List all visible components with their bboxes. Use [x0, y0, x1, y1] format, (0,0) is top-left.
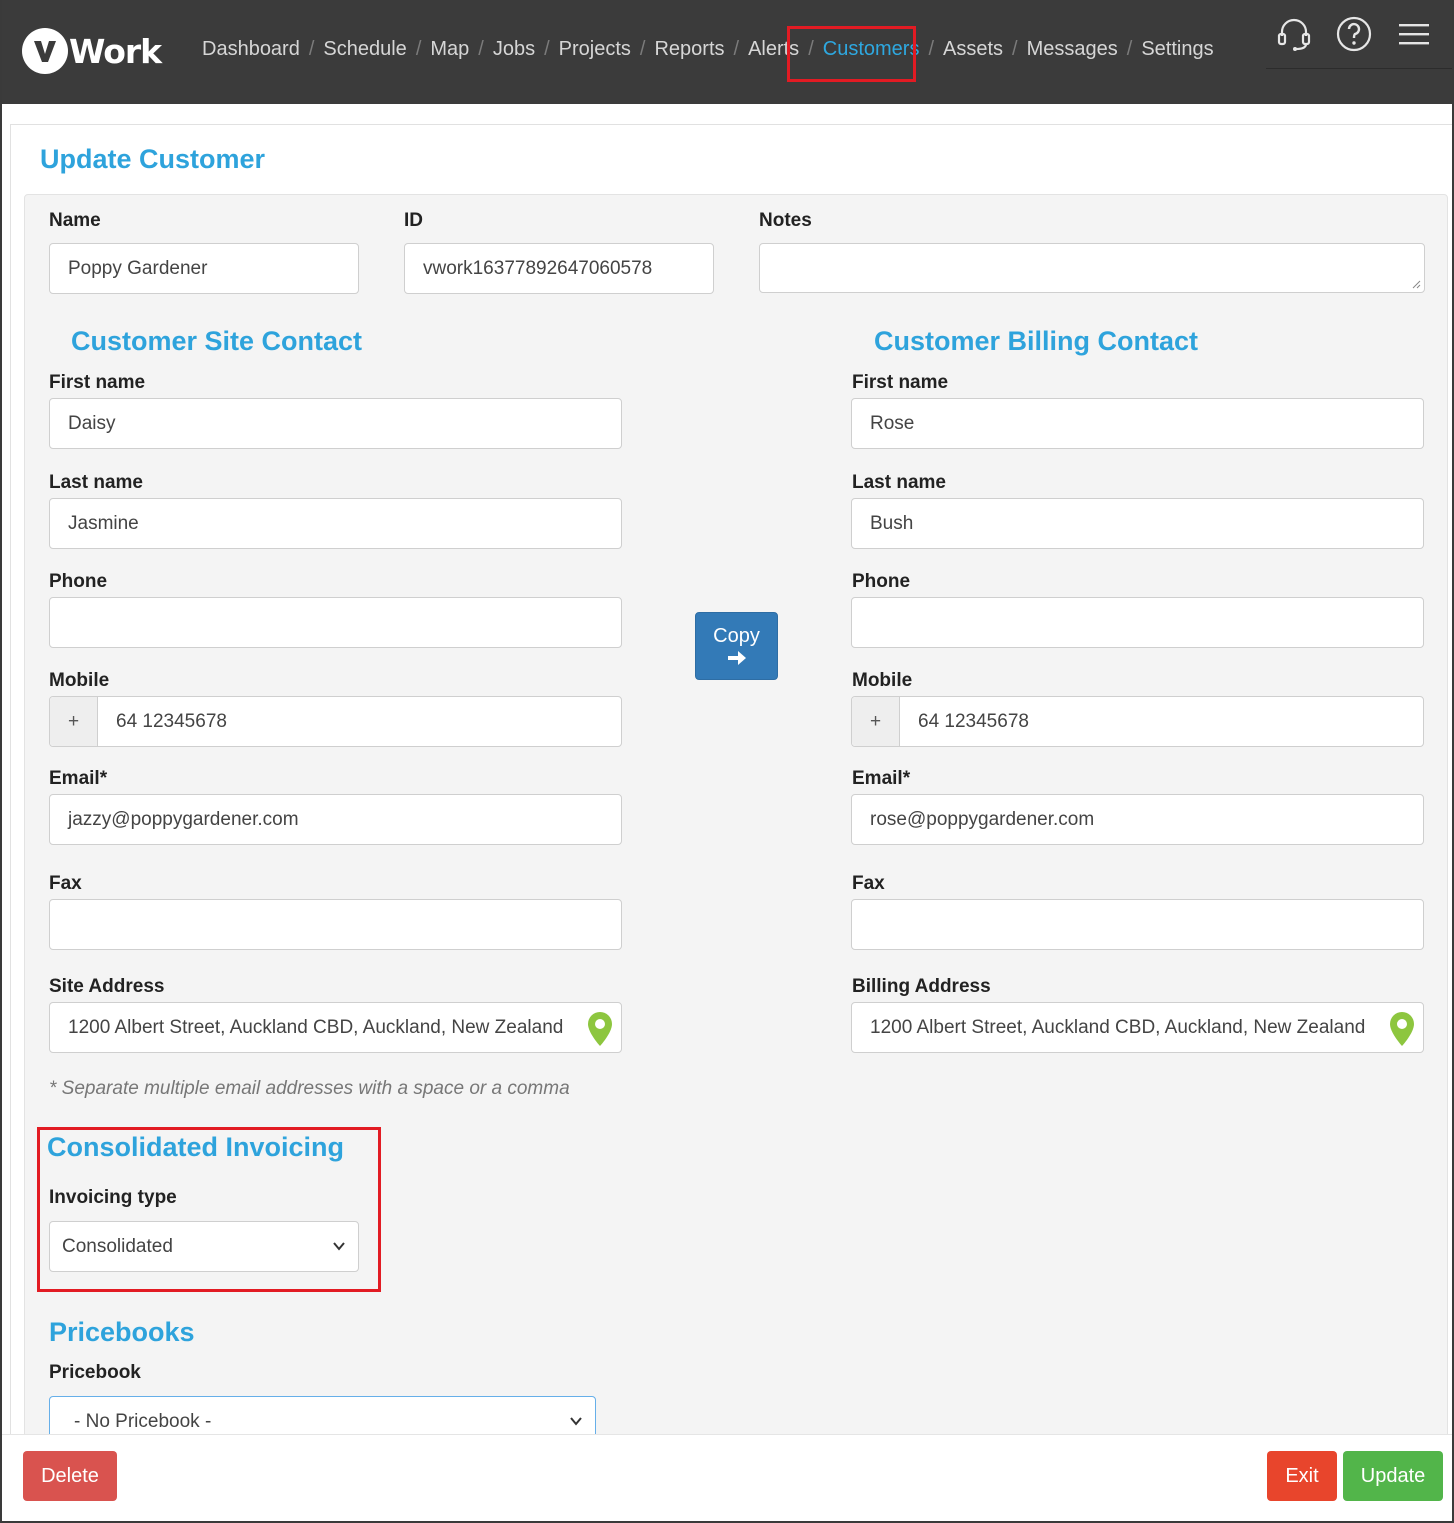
pricebook-label: Pricebook [49, 1362, 141, 1383]
site-phone-input[interactable] [49, 597, 622, 648]
chevron-down-icon [333, 1242, 345, 1251]
notes-textarea[interactable] [759, 243, 1425, 293]
page-title: Update Customer [40, 144, 266, 174]
id-input[interactable]: vwork16377892647060578 [404, 243, 714, 294]
billing-contact-heading: Customer Billing Contact [874, 326, 1199, 356]
site-email-label: Email* [49, 768, 108, 789]
name-label: Name [49, 210, 101, 231]
exit-button[interactable]: Exit [1267, 1451, 1337, 1501]
logo-text: Work [69, 31, 162, 71]
notes-label: Notes [759, 210, 812, 231]
site-mobile-prefix: + [50, 697, 98, 746]
site-contact-heading: Customer Site Contact [71, 326, 363, 356]
copy-contact-button[interactable]: Copy [695, 612, 778, 680]
nav-jobs[interactable]: Jobs [493, 38, 535, 61]
site-fax-input[interactable] [49, 899, 622, 950]
billing-mobile-prefix: + [852, 697, 900, 746]
billing-email-label: Email* [852, 768, 911, 789]
footer-bar [2, 1434, 1452, 1521]
update-button[interactable]: Update [1343, 1451, 1443, 1501]
invoicing-type-select[interactable]: Consolidated [49, 1221, 359, 1272]
email-hint: * Separate multiple email addresses with… [49, 1078, 570, 1099]
nav-schedule[interactable]: Schedule [323, 38, 406, 61]
billing-last-name-input[interactable]: Bush [851, 498, 1424, 549]
billing-address-value: 1200 Albert Street, Auckland CBD, Auckla… [870, 1016, 1366, 1038]
headset-icon[interactable] [1274, 14, 1314, 54]
nav-reports[interactable]: Reports [654, 38, 724, 61]
site-last-name-label: Last name [49, 472, 143, 493]
map-pin-icon[interactable] [1389, 1011, 1415, 1047]
nav-messages[interactable]: Messages [1027, 38, 1118, 61]
site-address-value: 1200 Albert Street, Auckland CBD, Auckla… [68, 1016, 564, 1038]
site-mobile-value: 64 12345678 [116, 710, 227, 732]
site-first-name-input[interactable]: Daisy [49, 398, 622, 449]
pricebook-value: - No Pricebook - [74, 1410, 212, 1432]
top-navbar: Work Dashboard / Schedule / Map / Jobs / Pro… [2, 0, 1452, 104]
site-address-label: Site Address [49, 976, 165, 997]
billing-email-input[interactable]: rose@poppygardener.com [851, 794, 1424, 845]
customers-highlight-box [787, 26, 916, 82]
logo-v-icon [22, 28, 68, 74]
billing-mobile-value: 64 12345678 [918, 710, 1029, 732]
billing-phone-label: Phone [852, 571, 911, 592]
billing-mobile-input[interactable]: + 64 12345678 [851, 696, 1424, 747]
site-phone-label: Phone [49, 571, 108, 592]
billing-mobile-label: Mobile [852, 670, 913, 691]
help-icon[interactable] [1334, 14, 1374, 54]
site-mobile-label: Mobile [49, 670, 110, 691]
nav-settings[interactable]: Settings [1141, 38, 1213, 61]
id-label: ID [404, 210, 423, 231]
arrow-right-icon [727, 651, 746, 665]
invoicing-type-label: Invoicing type [49, 1187, 177, 1208]
delete-button[interactable]: Delete [23, 1451, 117, 1501]
nav-projects[interactable]: Projects [559, 38, 631, 61]
nav-assets[interactable]: Assets [943, 38, 1003, 61]
site-fax-label: Fax [49, 873, 82, 894]
nav-map[interactable]: Map [430, 38, 469, 61]
billing-address-label: Billing Address [852, 976, 991, 997]
invoicing-heading: Consolidated Invoicing [47, 1132, 345, 1162]
top-icons-divider [1266, 68, 1452, 69]
site-address-input[interactable]: 1200 Albert Street, Auckland CBD, Auckla… [49, 1002, 622, 1053]
site-first-name-label: First name [49, 372, 146, 393]
billing-phone-input[interactable] [851, 597, 1424, 648]
billing-last-name-label: Last name [852, 472, 946, 493]
site-last-name-input[interactable]: Jasmine [49, 498, 622, 549]
pricebooks-heading: Pricebooks [49, 1317, 195, 1347]
billing-fax-label: Fax [852, 873, 885, 894]
app-window: Work Dashboard / Schedule / Map / Jobs / Pro… [0, 0, 1454, 1523]
invoicing-type-value: Consolidated [62, 1235, 173, 1257]
billing-address-input[interactable]: 1200 Albert Street, Auckland CBD, Auckla… [851, 1002, 1424, 1053]
site-mobile-input[interactable]: + 64 12345678 [49, 696, 622, 747]
billing-first-name-label: First name [852, 372, 949, 393]
map-pin-icon[interactable] [587, 1011, 613, 1047]
nav-dashboard[interactable]: Dashboard [202, 38, 300, 61]
menu-icon[interactable] [1394, 14, 1434, 54]
billing-first-name-input[interactable]: Rose [851, 398, 1424, 449]
site-email-input[interactable]: jazzy@poppygardener.com [49, 794, 622, 845]
billing-fax-input[interactable] [851, 899, 1424, 950]
vwork-logo[interactable]: Work [22, 28, 162, 74]
main-nav: Dashboard / Schedule / Map / Jobs / Projects… [202, 38, 1214, 61]
chevron-down-icon [570, 1417, 582, 1426]
resize-grip-icon[interactable] [1411, 279, 1421, 289]
name-input[interactable]: Poppy Gardener [49, 243, 359, 294]
copy-label: Copy [713, 625, 760, 647]
top-icons [1274, 14, 1434, 54]
